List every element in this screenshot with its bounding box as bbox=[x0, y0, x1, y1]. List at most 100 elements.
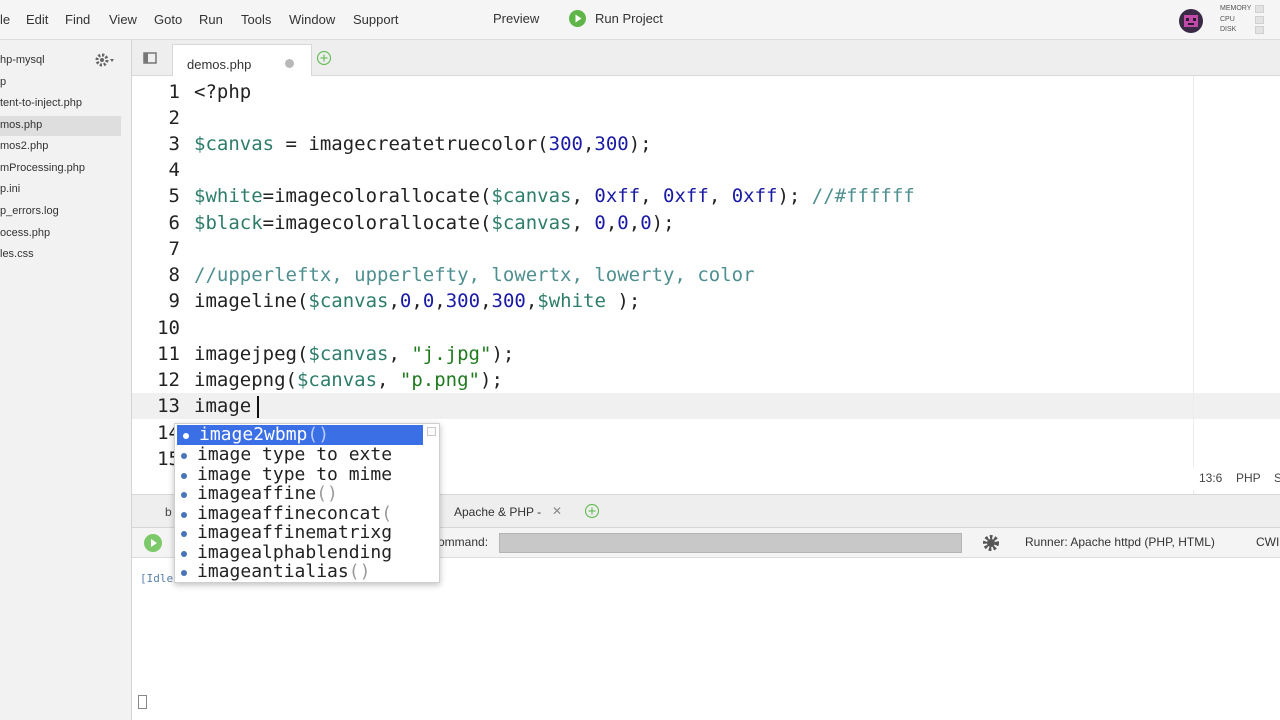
code-line-12: imagepng($canvas, "p.png"); bbox=[194, 369, 503, 391]
line-number: 5 bbox=[168, 185, 180, 207]
code-line-11: imagejpeg($canvas, "j.jpg"); bbox=[194, 343, 515, 365]
file-item[interactable]: ocess.php bbox=[0, 224, 121, 244]
disk-meter bbox=[1255, 26, 1264, 34]
run-button-play-icon[interactable] bbox=[144, 534, 162, 552]
print-margin bbox=[1193, 76, 1194, 494]
file-item[interactable]: p bbox=[0, 73, 121, 93]
file-label: tent-to-inject.php bbox=[0, 97, 82, 109]
language-mode[interactable]: PHP bbox=[1236, 471, 1261, 485]
gear-icon[interactable] bbox=[94, 52, 116, 68]
autocomplete-item[interactable]: imagealphablending bbox=[175, 543, 425, 563]
cursor-position[interactable]: 13:6 bbox=[1199, 471, 1222, 485]
new-tab-plus-icon[interactable] bbox=[316, 50, 332, 66]
line-number: 6 bbox=[168, 212, 180, 234]
file-item[interactable]: tent-to-inject.php bbox=[0, 94, 121, 114]
line-number: 13 bbox=[157, 395, 180, 417]
function-icon bbox=[181, 492, 187, 498]
new-tab-plus-icon[interactable] bbox=[584, 503, 600, 519]
menu-find[interactable]: Find bbox=[65, 12, 90, 27]
line-number: 4 bbox=[168, 159, 180, 181]
panel-toggle-icon[interactable] bbox=[143, 51, 157, 64]
line-number: 2 bbox=[168, 107, 180, 129]
memory-meter bbox=[1255, 5, 1264, 13]
active-line-highlight bbox=[132, 393, 1280, 419]
menu-view[interactable]: View bbox=[109, 12, 137, 27]
tab-apache-php[interactable]: Apache & PHP - ✕ bbox=[442, 495, 582, 528]
memory-label: MEMORY bbox=[1220, 5, 1252, 12]
menu-window[interactable]: Window bbox=[289, 12, 335, 27]
code-line-9: imageline($canvas,0,0,300,300,$white ); bbox=[194, 290, 641, 312]
code-line-6: $black=imagecolorallocate($canvas, 0,0,0… bbox=[194, 212, 675, 234]
code-line-1: <?php bbox=[194, 81, 252, 103]
tab-label: demos.php bbox=[187, 57, 252, 72]
settings-gear-icon[interactable] bbox=[981, 533, 1001, 553]
function-icon bbox=[181, 570, 187, 576]
file-item[interactable]: p.ini bbox=[0, 180, 121, 200]
autocomplete-popup: image2wbmp() image type to exte image ty… bbox=[174, 423, 440, 583]
file-label: p_errors.log bbox=[0, 205, 59, 217]
file-item[interactable]: mProcessing.php bbox=[0, 159, 121, 179]
function-icon bbox=[181, 453, 187, 459]
menu-support[interactable]: Support bbox=[353, 12, 399, 27]
preview-button[interactable]: Preview bbox=[493, 11, 539, 26]
line-number: 9 bbox=[168, 290, 180, 312]
file-label: p.ini bbox=[0, 183, 21, 195]
autocomplete-item-selected[interactable]: image2wbmp() bbox=[177, 425, 423, 445]
autocomplete-item[interactable]: image type to exte bbox=[175, 445, 425, 465]
tab-partial[interactable]: b bbox=[165, 505, 172, 519]
line-number: 7 bbox=[168, 238, 180, 260]
autocomplete-item[interactable]: imageantialias() bbox=[175, 562, 425, 582]
autocomplete-item[interactable]: imageaffinematrixg bbox=[175, 523, 425, 543]
function-icon bbox=[181, 473, 187, 479]
disk-label: DISK bbox=[1220, 26, 1237, 33]
file-item[interactable]: p_errors.log bbox=[0, 202, 121, 222]
line-number: 11 bbox=[157, 343, 180, 365]
cpu-label: CPU bbox=[1220, 16, 1235, 23]
text-cursor bbox=[257, 396, 259, 418]
command-label: ommand: bbox=[438, 535, 489, 549]
unsaved-dot-icon[interactable] bbox=[285, 59, 294, 68]
line-number: 14 bbox=[157, 422, 180, 444]
editor-tab-bar: demos.php bbox=[132, 40, 1280, 76]
file-item-selected[interactable]: mos.php bbox=[0, 116, 121, 136]
code-line-13: image bbox=[194, 395, 252, 417]
menu-edit[interactable]: Edit bbox=[26, 12, 48, 27]
cwd-selector[interactable]: CWI bbox=[1256, 535, 1279, 549]
status-extra[interactable]: S bbox=[1274, 471, 1280, 485]
cpu-meter bbox=[1255, 16, 1264, 24]
menubar: le Edit Find View Goto Run Tools Window … bbox=[0, 0, 1280, 40]
run-project-label: Run Project bbox=[595, 11, 663, 26]
menu-run[interactable]: Run bbox=[199, 12, 223, 27]
function-icon bbox=[181, 512, 187, 518]
autocomplete-item[interactable]: imageaffine() bbox=[175, 484, 425, 504]
menu-file[interactable]: le bbox=[0, 12, 10, 27]
file-item[interactable]: les.css bbox=[0, 245, 121, 265]
file-label: mos.php bbox=[0, 119, 43, 131]
file-label: p bbox=[0, 76, 7, 88]
file-item[interactable]: mos2.php bbox=[0, 137, 121, 157]
command-input[interactable] bbox=[499, 533, 962, 553]
play-icon bbox=[569, 10, 586, 27]
popup-scrollbar[interactable] bbox=[427, 427, 436, 436]
code-line-8: //upperleftx, upperlefty, lowertx, lower… bbox=[194, 264, 755, 286]
avatar[interactable] bbox=[1179, 9, 1203, 33]
project-folder-label[interactable]: hp-mysql bbox=[0, 54, 45, 66]
console-cursor bbox=[138, 695, 147, 709]
menu-goto[interactable]: Goto bbox=[154, 12, 182, 27]
close-icon[interactable]: ✕ bbox=[552, 504, 562, 518]
tab-apache-label: Apache & PHP - bbox=[454, 505, 542, 519]
tab-demos-php[interactable]: demos.php bbox=[172, 44, 312, 76]
line-number: 8 bbox=[168, 264, 180, 286]
code-line-5: $white=imagecolorallocate($canvas, 0xff,… bbox=[194, 185, 915, 207]
run-project-button[interactable]: Run Project bbox=[569, 9, 709, 29]
line-number: 10 bbox=[157, 317, 180, 339]
line-number-gutter: 1 2 3 4 5 6 7 8 9 10 11 12 13 14 15 bbox=[132, 76, 180, 494]
autocomplete-item[interactable]: imageaffineconcat( bbox=[175, 504, 425, 524]
function-icon bbox=[183, 433, 189, 439]
console-status-text: [Idle bbox=[140, 572, 174, 585]
file-label: les.css bbox=[0, 248, 34, 260]
runner-selector[interactable]: Runner: Apache httpd (PHP, HTML) bbox=[1025, 535, 1215, 549]
menu-tools[interactable]: Tools bbox=[241, 12, 271, 27]
autocomplete-item[interactable]: image type to mime bbox=[175, 465, 425, 485]
file-label: mProcessing.php bbox=[0, 162, 85, 174]
